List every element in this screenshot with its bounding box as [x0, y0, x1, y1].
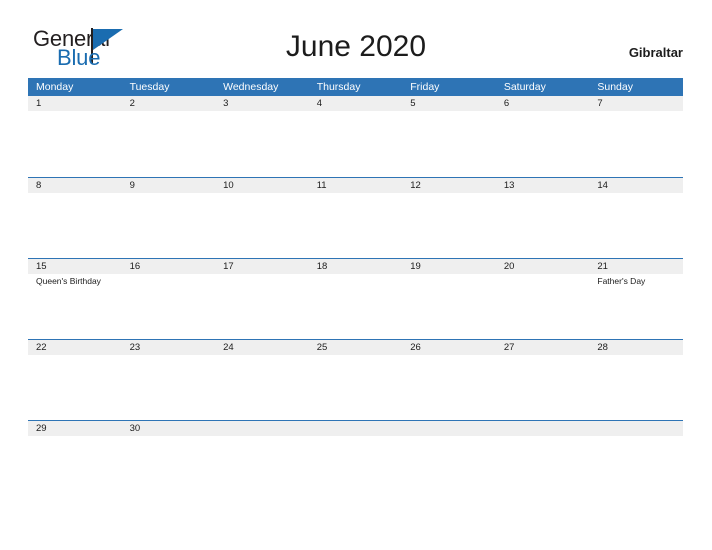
day-cell[interactable]: 20: [496, 259, 590, 339]
weekday-header-thursday: Thursday: [316, 81, 361, 93]
day-cell[interactable]: 9: [122, 178, 216, 258]
day-number: 2: [129, 98, 135, 109]
day-cell[interactable]: 15 Queen's Birthday: [28, 259, 122, 339]
day-cell[interactable]: 12: [402, 178, 496, 258]
day-cell-empty: [215, 421, 309, 501]
day-cell[interactable]: 11: [309, 178, 403, 258]
calendar-grid: Monday Tuesday Wednesday Thursday Friday…: [28, 78, 683, 501]
day-cell[interactable]: 21 Father's Day: [589, 259, 683, 339]
day-cell[interactable]: 10: [215, 178, 309, 258]
day-cell[interactable]: 24: [215, 340, 309, 420]
day-number: 29: [36, 423, 47, 434]
day-number: 24: [223, 342, 234, 353]
day-cell[interactable]: 14: [589, 178, 683, 258]
day-number: 8: [36, 180, 42, 191]
locale-label: Gibraltar: [628, 45, 683, 60]
day-number: 17: [223, 261, 234, 272]
day-number: 7: [597, 98, 603, 109]
week-row: 29 30: [28, 420, 683, 501]
weekday-header-wednesday: Wednesday: [223, 81, 279, 93]
day-number: 22: [36, 342, 47, 353]
day-cell-empty: [589, 421, 683, 501]
day-number: 30: [129, 423, 141, 434]
weekday-header-monday: Monday: [36, 81, 74, 93]
day-event: Father's Day: [597, 276, 646, 286]
page-header: General Blue June 2020 Gibraltar: [0, 0, 712, 78]
day-cell[interactable]: 6: [496, 96, 590, 176]
day-event: Queen's Birthday: [36, 276, 101, 286]
weekday-header-friday: Friday: [410, 81, 440, 93]
day-cell[interactable]: 16: [122, 259, 216, 339]
day-number: 6: [503, 98, 510, 109]
day-number: 5: [410, 98, 416, 109]
day-cell-empty: [496, 421, 590, 501]
day-number: 11: [316, 180, 327, 191]
week-row: 1 2 3 4 5 6 7: [28, 96, 683, 177]
day-cell[interactable]: 2: [122, 96, 216, 176]
day-cell[interactable]: 3: [215, 96, 309, 176]
day-number: 3: [223, 98, 229, 109]
day-cell[interactable]: 26: [402, 340, 496, 420]
calendar-page: General Blue June 2020 Gibraltar Monday …: [0, 0, 712, 550]
day-number: 25: [316, 342, 328, 353]
day-cell[interactable]: 18: [309, 259, 403, 339]
day-number: 14: [597, 180, 608, 191]
day-cell[interactable]: 30: [122, 421, 216, 501]
day-number: 23: [129, 342, 141, 353]
day-number: 28: [597, 342, 608, 353]
week-row: 22 23 24 25 26 27 28: [28, 339, 683, 420]
day-cell[interactable]: 28: [589, 340, 683, 420]
day-number: 20: [503, 261, 515, 272]
day-cell[interactable]: 13: [496, 178, 590, 258]
day-cell[interactable]: 27: [496, 340, 590, 420]
day-number: 12: [410, 180, 421, 191]
weekday-header-tuesday: Tuesday: [129, 81, 170, 93]
day-cell[interactable]: 22: [28, 340, 122, 420]
day-number: 19: [410, 261, 421, 272]
day-number: 9: [129, 180, 135, 191]
day-number: 1: [36, 98, 42, 109]
page-title: June 2020: [285, 30, 427, 63]
day-number: 13: [503, 180, 515, 191]
day-number: 15: [36, 261, 47, 272]
day-number: 4: [316, 98, 322, 109]
day-number: 21: [597, 261, 608, 272]
day-cell[interactable]: 7: [589, 96, 683, 176]
day-cell[interactable]: 8: [28, 178, 122, 258]
day-cell[interactable]: 19: [402, 259, 496, 339]
day-number: 10: [223, 180, 234, 191]
week-row: 8 9 10 11 12 13 14: [28, 177, 683, 258]
day-cell[interactable]: 17: [215, 259, 309, 339]
day-cell[interactable]: 1: [28, 96, 122, 176]
day-cell-empty: [402, 421, 496, 501]
day-cell[interactable]: 25: [309, 340, 403, 420]
week-row: 15 Queen's Birthday 16 17 18 19 20 21 Fa…: [28, 258, 683, 339]
day-number: 18: [316, 261, 328, 272]
day-number: 16: [129, 261, 141, 272]
day-cell[interactable]: 23: [122, 340, 216, 420]
day-cell[interactable]: 5: [402, 96, 496, 176]
day-number: 26: [410, 342, 421, 353]
day-cell[interactable]: 4: [309, 96, 403, 176]
day-number: 27: [503, 342, 515, 353]
weekday-header-row: Monday Tuesday Wednesday Thursday Friday…: [28, 78, 683, 96]
weekday-header-sunday: Sunday: [597, 81, 633, 93]
day-cell[interactable]: 29: [28, 421, 122, 501]
day-cell-empty: [309, 421, 403, 501]
weekday-header-saturday: Saturday: [503, 81, 546, 93]
